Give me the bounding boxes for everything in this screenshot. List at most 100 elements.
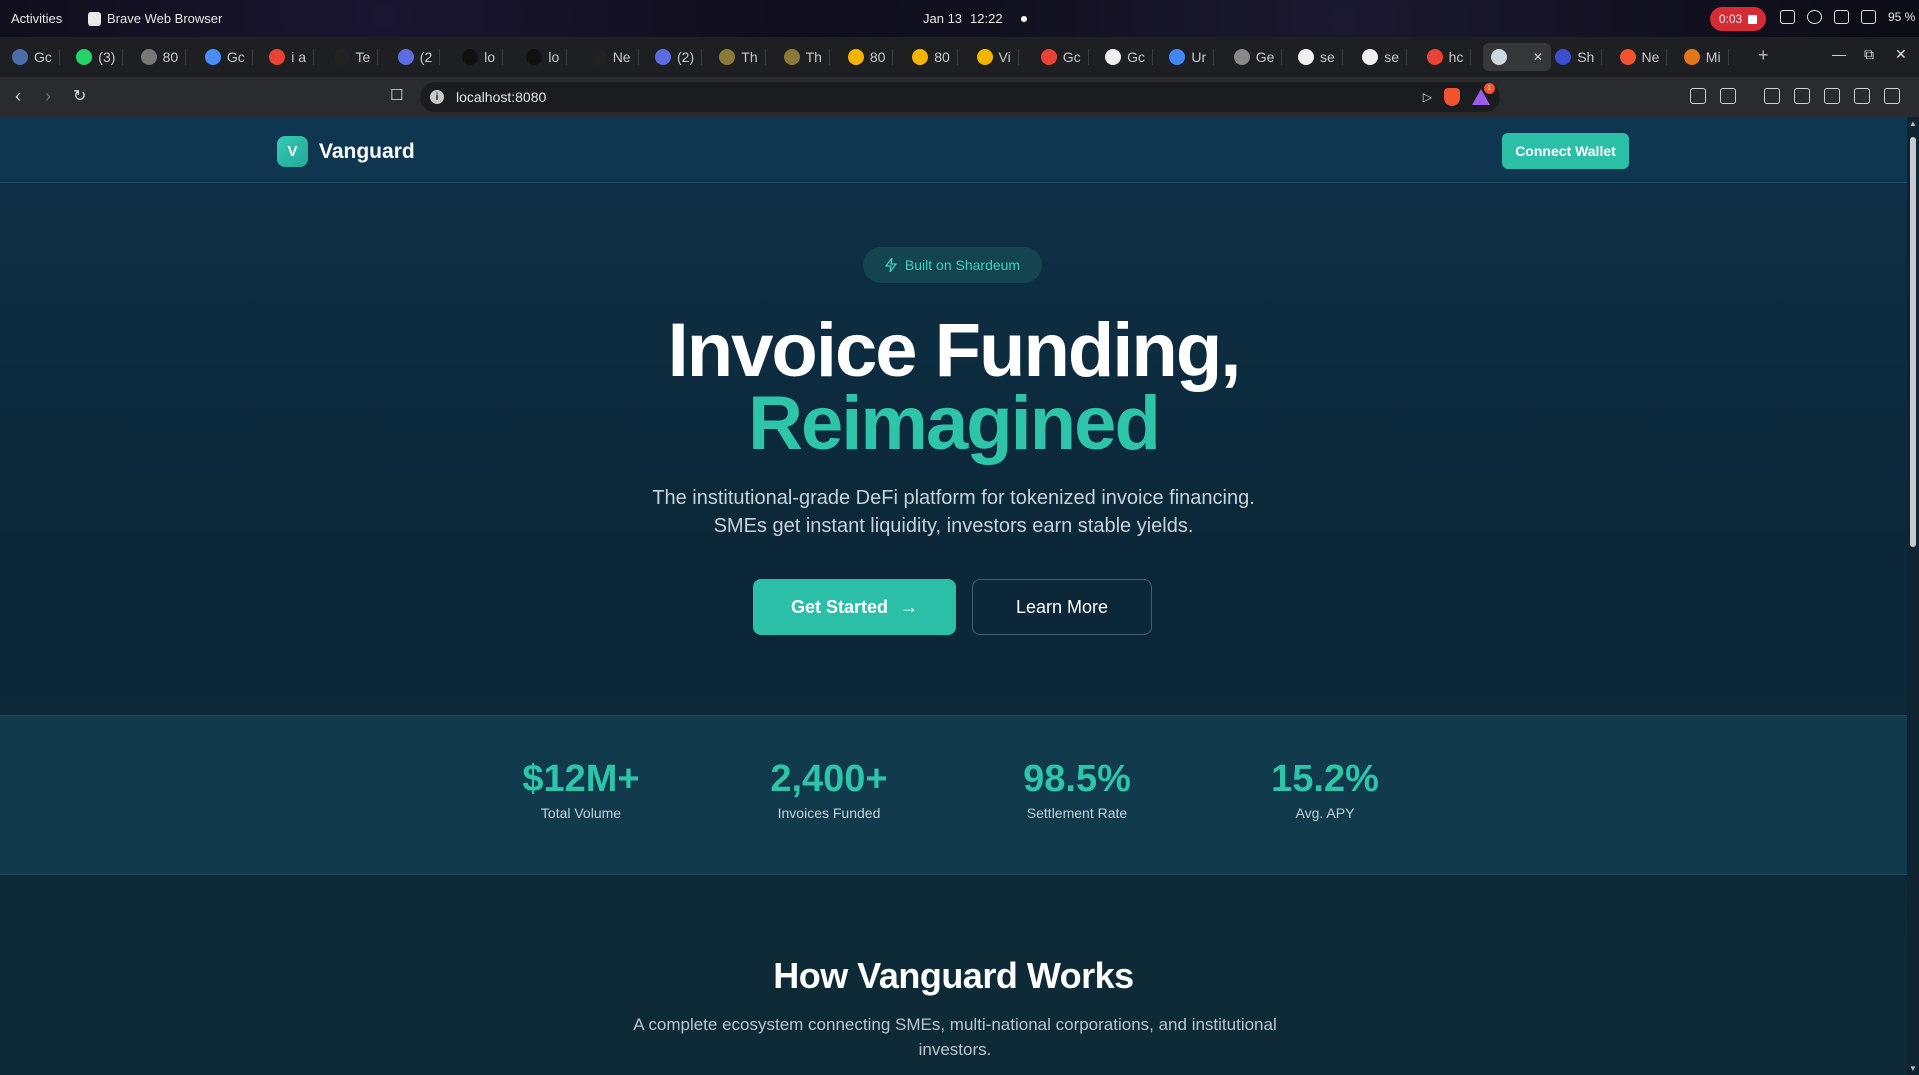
browser-tab[interactable]: Mi [1683,45,1729,69]
menu-icon[interactable] [1884,88,1900,104]
browser-tab[interactable]: hc [1426,45,1472,69]
scrollbar-thumb[interactable] [1910,137,1916,547]
browser-tab[interactable]: 80 [140,45,187,69]
browser-tab[interactable]: Ne [590,45,639,69]
get-started-button[interactable]: Get Started → [753,579,956,635]
browser-tab[interactable]: (3) [76,45,124,69]
wallet-icon[interactable] [1824,88,1840,104]
openai-icon [1233,49,1250,65]
extensions-icon[interactable] [1690,88,1706,104]
browser-tab[interactable]: lo [462,45,503,69]
tab-title: lo [548,49,560,65]
tab-title: 80 [934,49,950,65]
browser-tab[interactable]: Te [333,45,379,69]
hero-subtitle-line1: The institutional-grade DeFi platform fo… [652,487,1255,509]
download-icon[interactable] [1764,88,1780,104]
github-icon [1362,49,1379,65]
browser-tab[interactable]: ✕ [1482,43,1551,71]
brave-shields-icon[interactable] [1444,88,1460,106]
site-header: V Vanguard Connect Wallet [0,117,1907,183]
stat-avg-apy: 15.2% Avg. APY [1225,758,1425,821]
share-icon[interactable]: ▷ [1423,90,1432,104]
tab-title: Gc [1127,49,1145,65]
browser-tab[interactable]: se [1362,45,1408,69]
browser-tab[interactable]: Gc [1040,45,1089,69]
stat-value: $12M+ [522,758,640,800]
browser-tab[interactable]: Th [719,45,766,69]
tab-title: 80 [869,49,886,65]
triangle-icon [333,49,350,65]
github-icon [1105,49,1122,65]
connect-wallet-button[interactable]: Connect Wallet [1502,133,1629,169]
browser-tab[interactable]: Sh [1555,45,1603,69]
scroll-up-icon[interactable]: ▲ [1909,119,1917,128]
system-tray[interactable]: 95 % [1780,10,1915,24]
browser-tab[interactable]: Ge [1233,45,1283,69]
tab-title: (2) [677,49,695,65]
screen-recording-indicator[interactable]: 0:03 [1710,7,1766,31]
accessibility-icon [1807,10,1822,24]
screenshot-icon[interactable] [1720,88,1736,104]
tab-separator [764,49,766,65]
bookmark-icon[interactable]: ☐ [390,86,403,104]
tab-title: Te [355,49,371,65]
reload-icon[interactable]: ↻ [73,86,86,106]
arrow-right-icon: → [900,596,919,617]
address-bar[interactable]: i localhost:8080 ▷ [420,82,1500,112]
hero-title-line2: Reimagined [748,381,1161,466]
url-text[interactable]: localhost:8080 [456,89,546,105]
date-label: Jan 13 [923,11,963,26]
browser-tab[interactable]: Ur [1169,45,1215,69]
minimize-icon[interactable]: — [1832,46,1846,62]
new-tab-button[interactable]: + [1758,45,1769,66]
browser-tab[interactable]: Ne [1619,45,1668,69]
browser-tab[interactable]: Gc [12,45,60,69]
tab-title: se [1320,49,1335,65]
browser-tab[interactable]: 80 [847,45,894,69]
tab-title: hc [1448,49,1464,65]
page-scrollbar[interactable]: ▲ ▼ [1907,117,1919,1075]
navigation-bar: ‹ › ↻ ☐ i localhost:8080 ▷ 1 [0,77,1919,117]
logo-mark: V [277,136,308,167]
browser-tab[interactable]: 80 [912,45,958,69]
tab-separator [1017,49,1019,65]
scroll-down-icon[interactable]: ▼ [1909,1064,1917,1073]
forward-icon[interactable]: › [45,86,51,107]
browser-tab[interactable]: i a [269,45,314,69]
battery-icon [1861,10,1876,24]
close-tab-icon[interactable]: ✕ [1533,50,1543,64]
browser-tab[interactable]: Th [783,45,830,69]
back-icon[interactable]: ‹ [15,86,21,107]
browser-tab[interactable]: Vi [976,45,1019,69]
github-icon [1298,49,1314,65]
v-icon [976,49,993,65]
browser-tab[interactable]: Gc [1105,45,1153,69]
tab-title: Th [741,49,758,65]
leo-ai-icon[interactable] [1854,88,1870,104]
coin-icon [783,49,800,65]
how-it-works-subtitle: A complete ecosystem connecting SMEs, mu… [633,1015,1277,1059]
browser-tab[interactable]: Gc [204,45,253,69]
browser-tab[interactable]: lo [526,45,568,69]
tab-title: (3) [98,49,116,65]
tab-separator [956,49,958,65]
maximize-icon[interactable]: ⧉ [1864,46,1874,63]
browser-tab[interactable]: (2) [655,45,703,69]
tab-separator [566,49,568,65]
learn-more-button[interactable]: Learn More [972,579,1152,635]
app-menu[interactable]: Brave Web Browser [88,11,222,26]
tab-separator [502,49,503,65]
clock[interactable]: Jan 13 12:22 [923,11,1027,26]
site-info-icon[interactable]: i [430,90,444,104]
tab-separator [1087,49,1089,65]
tab-title: Th [805,49,822,65]
tab-separator [122,49,124,65]
browser-tab[interactable]: se [1298,45,1343,69]
activities-button[interactable]: Activities [11,11,62,26]
browser-tab[interactable]: (2 [397,45,441,69]
page-viewport: V Vanguard Connect Wallet Built on Shard… [0,117,1907,1075]
brand-logo[interactable]: V Vanguard [277,136,415,167]
tab-separator [1213,49,1215,65]
sidebar-icon[interactable] [1794,88,1810,104]
close-window-icon[interactable]: ✕ [1895,46,1907,63]
